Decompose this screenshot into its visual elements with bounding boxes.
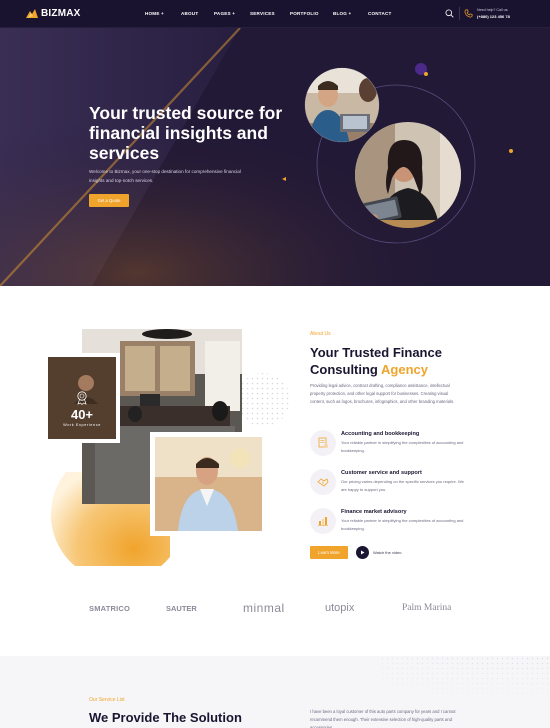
hero-photos <box>304 67 461 228</box>
service-title: Accounting and bookkeeping <box>341 431 420 437</box>
learn-more-button[interactable]: Learn More <box>310 546 348 559</box>
play-video-button[interactable] <box>356 546 369 559</box>
nav-item-services[interactable]: SERVICES <box>250 11 275 16</box>
nav-item-pages[interactable]: PAGES + <box>214 11 235 16</box>
services-quote: I have been a loyal customer of this aut… <box>310 709 456 728</box>
brand-name: SAUTER <box>166 603 197 613</box>
about-title-accent: Agency <box>381 362 428 377</box>
phone-icon <box>464 9 473 18</box>
service-item-customer[interactable]: Customer service and support Our pricing… <box>310 469 480 499</box>
nav-item-about[interactable]: ABOUT <box>181 11 198 16</box>
play-icon <box>361 550 365 555</box>
hero-section: Your trusted source for financial insigh… <box>0 28 550 286</box>
award-icon <box>77 391 87 405</box>
nav-item-portfolio[interactable]: PORTFOLIO <box>290 11 319 16</box>
header-contact[interactable]: Need help? Call us: (+880) 123 456 78 <box>477 8 510 19</box>
nav-item-home[interactable]: HOME + <box>145 11 164 16</box>
brand-name: SMATRICO <box>89 603 131 613</box>
services-dot-pattern <box>380 656 550 728</box>
handshake-icon <box>310 469 336 495</box>
brand-logo-palm-marina: Palm Marina <box>402 598 451 618</box>
contact-label: Need help? Call us: <box>477 8 509 12</box>
chart-icon <box>310 508 336 534</box>
site-header: BIZMAX HOME + ABOUT PAGES + SERVICES PORTFOL… <box>0 0 550 28</box>
experience-label: Work Experience <box>63 423 101 427</box>
brand-name: minmal <box>243 601 285 615</box>
service-description: Your reliable partner in simplifying the… <box>341 440 464 453</box>
brand-logo-smatrico: SMATRICO <box>89 598 130 618</box>
logo-icon <box>26 8 38 19</box>
about-tag: About Us <box>310 331 331 337</box>
service-title: Finance market advisory <box>341 509 407 515</box>
consultant-photo <box>150 432 267 536</box>
nav-item-blog[interactable]: BLOG + <box>333 11 351 16</box>
brand-name: utopix <box>325 602 355 614</box>
service-description: Your reliable partner in simplifying the… <box>341 518 464 531</box>
service-item-advisory[interactable]: Finance market advisory Your reliable pa… <box>310 508 480 538</box>
search-icon[interactable] <box>445 9 454 18</box>
experience-number: 40+ <box>70 407 94 422</box>
service-description: Our pricing varies depending on the spec… <box>341 479 464 492</box>
logo[interactable]: BIZMAX <box>26 8 81 19</box>
about-description: Providing legal advice, contract draftin… <box>310 383 455 404</box>
document-icon <box>310 430 336 456</box>
services-heading: We Provide The Solution <box>89 710 242 725</box>
services-section: Our Service List We Provide The Solution… <box>0 656 550 728</box>
logo-text: BIZMAX <box>41 8 81 19</box>
about-title: Your Trusted Finance Consulting Agency <box>310 344 480 378</box>
service-item-accounting[interactable]: Accounting and bookkeeping Your reliable… <box>310 430 480 460</box>
service-title: Customer service and support <box>341 470 422 476</box>
hero-photo-woman <box>355 122 461 228</box>
brand-logo-minmal: minmal <box>243 598 285 618</box>
nav-item-contact[interactable]: CONTACT <box>368 11 392 16</box>
header-divider <box>459 7 460 20</box>
contact-phone[interactable]: (+880) 123 456 78 <box>477 14 510 19</box>
watch-video-label[interactable]: Watch the video <box>373 550 402 555</box>
brand-logo-utopix: utopix <box>325 598 354 618</box>
services-tag: Our Service List <box>89 697 125 703</box>
brand-name: Palm Marina <box>402 603 452 613</box>
experience-badge: 40+ Work Experience <box>48 357 116 439</box>
brand-logo-sauter: SAUTER <box>166 598 197 618</box>
